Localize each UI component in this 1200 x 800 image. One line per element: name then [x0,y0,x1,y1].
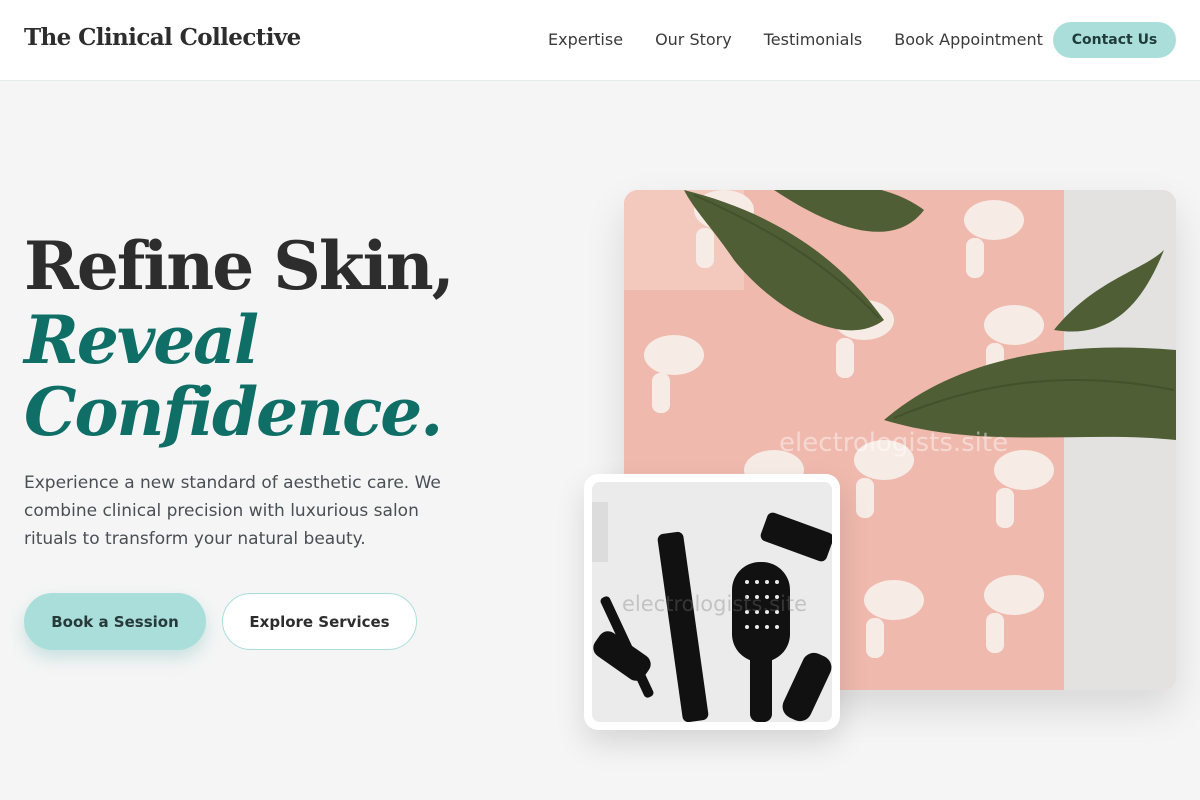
site-logo[interactable]: The Clinical Collective [24,24,301,51]
main-nav: Expertise Our Story Testimonials Book Ap… [548,30,1043,49]
hero-thumbnail-card: electrologists.site [584,474,840,730]
explore-services-button[interactable]: Explore Services [222,593,417,650]
hair-tools-illustration [592,482,832,722]
hair-tools-image: electrologists.site [592,482,832,722]
nav-link-expertise[interactable]: Expertise [548,30,623,49]
nav-link-book-appointment[interactable]: Book Appointment [894,30,1043,49]
hero-heading-line-3: Confidence. [24,373,443,451]
hero-description: Experience a new standard of aesthetic c… [24,473,441,549]
contact-us-button[interactable]: Contact Us [1053,22,1176,58]
nav-link-our-story[interactable]: Our Story [655,30,732,49]
hero-heading-line-2: Reveal [24,301,259,379]
nav-link-testimonials[interactable]: Testimonials [764,30,863,49]
book-session-button[interactable]: Book a Session [24,593,206,650]
hero-heading-line-1: Refine Skin, [24,227,455,305]
site-header: The Clinical Collective Expertise Our St… [0,0,1200,81]
hero-heading: Refine Skin, Reveal Confidence. [24,227,455,451]
